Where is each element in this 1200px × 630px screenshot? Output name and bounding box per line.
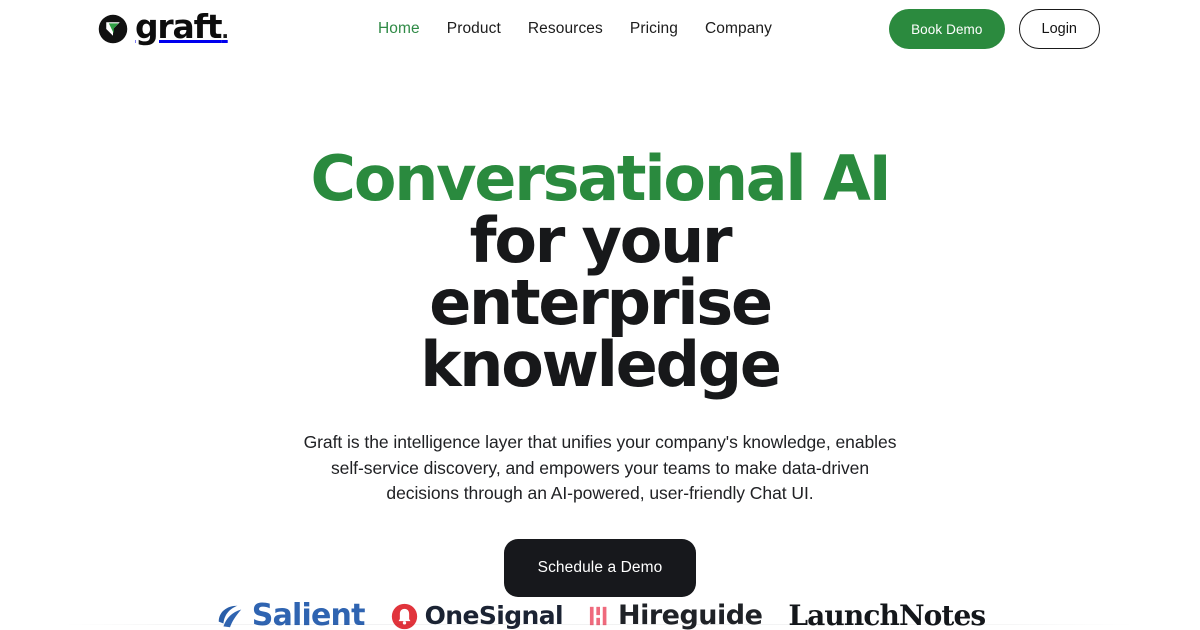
logo-hireguide: Hireguide <box>589 599 763 630</box>
hero-cta-wrap: Schedule a Demo <box>0 538 1200 597</box>
logo-salient: Salient <box>215 599 365 630</box>
site-header: graft. Home Product Resources Pricing Co… <box>0 0 1200 58</box>
graft-circle-triangle-logo-icon <box>98 14 128 44</box>
schedule-demo-button[interactable]: Schedule a Demo <box>503 538 697 597</box>
logo-onesignal: OneSignal <box>391 599 564 630</box>
nav-item-pricing[interactable]: Pricing <box>630 19 678 39</box>
section-divider <box>64 624 1136 625</box>
hero-subheading: Graft is the intelligence layer that uni… <box>303 432 897 503</box>
login-button[interactable]: Login <box>1018 9 1100 49</box>
hero-headline-rest: for your enterprise knowledge <box>420 204 782 401</box>
header-actions: Book Demo Login <box>889 9 1100 49</box>
onesignal-bell-circle-icon <box>391 603 417 629</box>
nav-item-resources[interactable]: Resources <box>528 19 603 39</box>
salient-swoosh-icon <box>218 605 242 628</box>
logo-onesignal-label: OneSignal <box>424 601 564 630</box>
nav-item-product[interactable]: Product <box>447 19 501 39</box>
logo-salient-label: Salient <box>251 598 366 630</box>
brand-wordmark: graft. <box>135 7 229 46</box>
main-navigation: Home Product Resources Pricing Company <box>378 19 772 39</box>
nav-item-company[interactable]: Company <box>705 19 772 39</box>
logo-launchnotes-label: LaunchNotes <box>788 599 986 630</box>
book-demo-button[interactable]: Book Demo <box>889 9 1005 49</box>
logo-launchnotes: LaunchNotes <box>788 599 986 630</box>
brand-wordmark-dot: . <box>221 19 229 43</box>
landing-page: graft. Home Product Resources Pricing Co… <box>0 0 1200 630</box>
nav-item-home[interactable]: Home <box>378 19 420 39</box>
hero-headline: Conversational AI for your enterprise kn… <box>290 148 910 396</box>
hero-section: Conversational AI for your enterprise kn… <box>0 148 1200 597</box>
brand-logo-link[interactable]: graft. <box>98 7 229 48</box>
logo-hireguide-label: Hireguide <box>617 600 763 630</box>
